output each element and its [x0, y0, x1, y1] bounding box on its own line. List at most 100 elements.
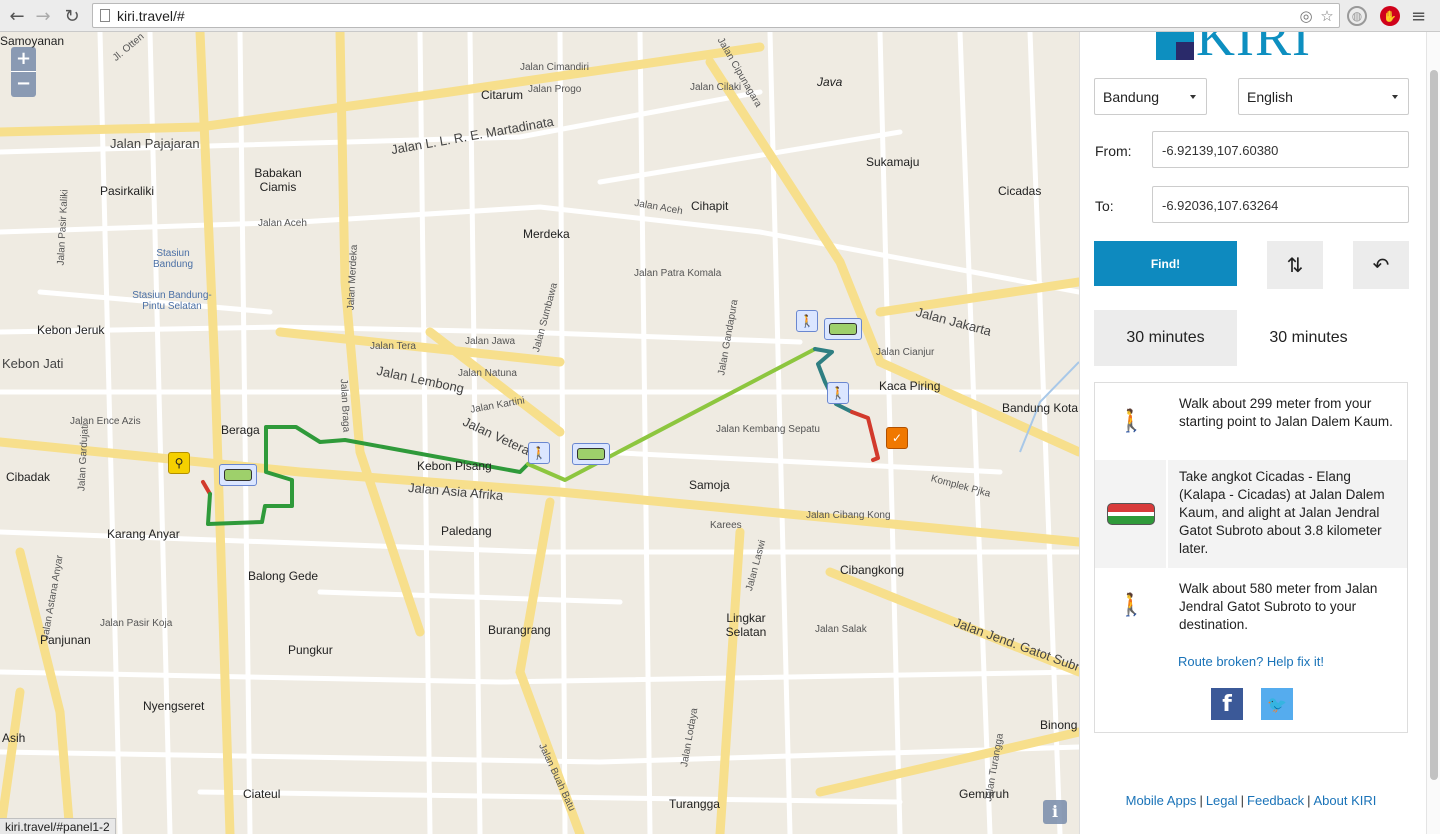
legal-link[interactable]: Legal: [1206, 793, 1238, 808]
panel-scrollbar[interactable]: [1426, 32, 1440, 834]
map-label: Stasiun Bandung-Pintu Selatan: [132, 290, 212, 312]
mobile-apps-link[interactable]: Mobile Apps: [1126, 793, 1197, 808]
star-icon[interactable]: ☆: [1318, 7, 1336, 25]
city-select-value: Bandung: [1103, 89, 1160, 105]
map-label: Jalan Natuna: [458, 368, 517, 379]
back-icon[interactable]: ←: [6, 5, 28, 27]
map-label: Jalan Pajajaran: [110, 136, 200, 151]
route-steps: 🚶 Walk about 299 meter from your startin…: [1094, 382, 1408, 733]
to-label: To:: [1095, 198, 1114, 214]
route-step[interactable]: 🚶 Walk about 299 meter from your startin…: [1095, 383, 1407, 460]
logo-text: KIRI: [1196, 32, 1311, 64]
route-step[interactable]: Take angkot Cicadas - Elang (Kalapa - Ci…: [1095, 460, 1407, 568]
undo-icon: ↶: [1372, 253, 1390, 277]
map-label: Java: [817, 75, 843, 89]
angkot-board-icon[interactable]: [219, 464, 257, 486]
globe-icon[interactable]: ◍: [1347, 6, 1367, 26]
swap-button[interactable]: ⇅: [1267, 241, 1323, 289]
city-select[interactable]: Bandung: [1094, 78, 1207, 115]
map-label: Babakan Ciamis: [254, 166, 302, 194]
zoom-control[interactable]: + −: [11, 47, 36, 97]
route-tab-2[interactable]: 30 minutes: [1237, 310, 1380, 366]
footer-separator: |: [1240, 793, 1245, 808]
facebook-icon[interactable]: f: [1211, 688, 1243, 720]
map-label: Asih: [2, 731, 26, 745]
map-label: Jalan Cimandiri: [520, 62, 589, 73]
route-tab-1[interactable]: 30 minutes: [1094, 310, 1237, 366]
map-label: Nyengseret: [143, 699, 205, 713]
about-link[interactable]: About KIRI: [1314, 793, 1377, 808]
map-label: Ciateul: [243, 787, 281, 801]
footer-separator: |: [1199, 793, 1203, 808]
twitter-icon[interactable]: 🐦: [1261, 688, 1293, 720]
start-marker-icon[interactable]: ⚲: [168, 452, 190, 474]
adblock-icon[interactable]: ✋: [1380, 6, 1400, 26]
map-label: Lingkar Selatan: [725, 611, 767, 639]
map-label: Jalan Cilaki: [690, 82, 742, 93]
walk-marker-icon[interactable]: 🚶: [827, 382, 849, 404]
route-step[interactable]: 🚶 Walk about 580 meter from Jalan Jendra…: [1095, 568, 1407, 643]
reset-button[interactable]: ↶: [1353, 241, 1409, 289]
map-label: Burangrang: [488, 623, 551, 637]
from-input[interactable]: -6.92139,107.60380: [1152, 131, 1409, 168]
map-label: Kebon Jeruk: [37, 323, 105, 337]
kiri-logo[interactable]: KIRI: [1156, 32, 1351, 64]
map-label: Jalan Tera: [370, 341, 416, 352]
location-icon[interactable]: ◎: [1297, 7, 1315, 25]
map-canvas[interactable]: [0, 32, 1079, 834]
map-label: Pasirkaliki: [100, 184, 155, 198]
logo-mark-icon: [1156, 32, 1194, 60]
route-step-text: Take angkot Cicadas - Elang (Kalapa - Ci…: [1179, 469, 1385, 556]
scrollbar-thumb[interactable]: [1430, 70, 1438, 780]
map-label: Jalan Kembang Sepatu: [716, 424, 820, 435]
zoom-out-button[interactable]: −: [11, 72, 36, 97]
map-label: Binong: [1040, 718, 1078, 732]
help-fix-link[interactable]: Route broken? Help fix it!: [1095, 654, 1407, 669]
map-label: Cicadas: [998, 184, 1042, 198]
map-info-button[interactable]: i: [1043, 800, 1067, 824]
route-map[interactable]: + − Samoyanan Jl. Otten Jalan Cipunagara…: [0, 32, 1079, 834]
route-step-text: Walk about 299 meter from your starting …: [1179, 396, 1393, 429]
map-label: Jalan Aceh: [258, 218, 307, 229]
walk-marker-icon[interactable]: 🚶: [796, 310, 818, 332]
footer-links: Mobile Apps | Legal | Feedback | About KIRI: [1094, 793, 1408, 808]
map-label: Cibadak: [6, 470, 51, 484]
zoom-in-button[interactable]: +: [11, 47, 36, 72]
finish-marker-icon[interactable]: ✓: [886, 427, 908, 449]
forward-icon[interactable]: →: [32, 5, 54, 27]
angkot-board-icon[interactable]: [572, 443, 610, 465]
address-url[interactable]: kiri.travel/#: [117, 8, 185, 24]
map-label: Jalan Jawa: [465, 336, 516, 347]
map-label: Turangga: [669, 797, 720, 811]
menu-icon[interactable]: ≡: [1411, 6, 1429, 27]
map-label: Cibangkong: [840, 563, 905, 577]
status-bar: kiri.travel/#panel1-2: [0, 818, 116, 834]
map-label: Merdeka: [523, 227, 570, 241]
walk-marker-icon[interactable]: 🚶: [528, 442, 550, 464]
to-input[interactable]: -6.92036,107.63264: [1152, 186, 1409, 223]
reload-icon[interactable]: ↻: [61, 5, 83, 27]
chevron-down-icon: [1190, 95, 1196, 99]
map-label: Citarum: [481, 88, 524, 102]
map-label: Stasiun Bandung: [152, 248, 194, 270]
walk-icon: 🚶: [1117, 409, 1146, 434]
map-label: Sukamaju: [866, 155, 920, 169]
angkot-alight-icon[interactable]: [824, 318, 862, 340]
browser-toolbar: ← → ↻ kiri.travel/# ◎ ☆ ◍ ✋ ≡: [0, 0, 1440, 32]
map-label: Samoja: [689, 478, 730, 492]
map-label: Jalan Cianjur: [876, 347, 935, 358]
map-label: Samoyanan: [0, 34, 65, 48]
map-label: Karees: [710, 520, 742, 531]
map-label: Jalan Salak: [815, 624, 867, 635]
address-bar[interactable]: kiri.travel/# ◎ ☆: [92, 3, 1340, 28]
language-select-value: English: [1247, 89, 1293, 105]
language-select[interactable]: English: [1238, 78, 1409, 115]
map-label: Balong Gede: [248, 569, 319, 583]
find-button[interactable]: Find!: [1094, 241, 1237, 286]
map-label: Bandung Kota: [1002, 401, 1079, 415]
feedback-link[interactable]: Feedback: [1247, 793, 1304, 808]
map-label: Kaca Piring: [879, 379, 941, 393]
map-label: Kebon Pisang: [417, 459, 492, 473]
route-step-text: Walk about 580 meter from Jalan Jendral …: [1179, 581, 1378, 632]
map-label: Jalan Patra Komala: [634, 268, 722, 279]
